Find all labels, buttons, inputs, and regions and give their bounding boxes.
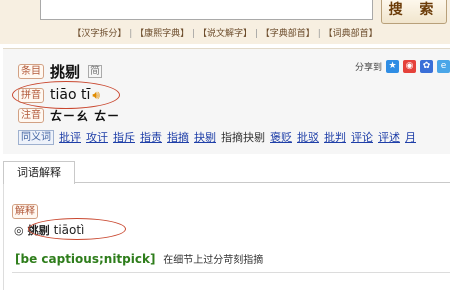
divider [12, 272, 450, 273]
synonym-link[interactable]: 批评 [59, 129, 81, 145]
share-baidu-icon[interactable]: ✿ [420, 60, 434, 73]
synonym-link[interactable]: 褒贬 [270, 129, 292, 145]
tab-word-explanation[interactable]: 词语解释 [3, 161, 75, 184]
explanation-tag: 解释 [12, 204, 38, 219]
entry-word: 挑剔 [50, 63, 81, 81]
synonym-link[interactable]: 指斥 [113, 129, 135, 145]
link-shuowen[interactable]: 【说文解字】 [198, 29, 252, 39]
search-button[interactable]: 搜 索 [381, 0, 447, 24]
link-cidian-bushou[interactable]: 【词典部首】 [324, 29, 378, 39]
synonym-text: 指摘抉剔 [221, 131, 265, 144]
synonym-link[interactable]: 指责 [140, 129, 162, 145]
tab-bar: 词语解释 [3, 161, 450, 184]
entry-row: 条目 挑剔 简 [18, 61, 103, 82]
link-zidian-bushou[interactable]: 【字典部首】 [261, 29, 315, 39]
share-more-icon[interactable]: e [437, 60, 450, 73]
definition-highlight-circle [28, 218, 126, 240]
explanation-tag-wrap: 解释 [12, 199, 38, 219]
entry-tag: 条目 [18, 64, 44, 79]
zhuyin-row: 注音 ㄊㄧㄠ ㄊㄧ [18, 107, 120, 124]
synonym-link[interactable]: 批判 [324, 129, 346, 145]
synonym-link[interactable]: 评述 [378, 129, 400, 145]
synonyms-row: 同义词 批评 攻讦 指斥 指责 指摘 抉剔 指摘抉剔 褒贬 批驳 批判 评论 评… [18, 129, 416, 145]
share-qzone-icon[interactable]: ★ [386, 60, 400, 73]
synonym-link[interactable]: 评论 [351, 129, 373, 145]
zhuyin-tag: 注音 [18, 108, 44, 123]
definition-line: [be captious;nitpick] 在细节上过分苛刻指摘 [15, 251, 263, 266]
synonym-link[interactable]: 月 [405, 129, 416, 145]
share-weibo-icon[interactable]: ◉ [403, 60, 417, 73]
english-gloss: [be captious;nitpick] [15, 252, 156, 266]
synonym-link[interactable]: 指摘 [167, 129, 189, 145]
link-hanzi-split[interactable]: 【汉字拆分】 [72, 29, 126, 39]
bullet-icon: ◎ [14, 223, 24, 237]
synonym-link[interactable]: 抉剔 [194, 129, 216, 145]
search-area: 搜 索 【汉字拆分】 | 【康熙字典】 | 【说文解字】 | 【字典部首】 | … [0, 0, 450, 44]
share-label: 分享到 [355, 63, 383, 73]
synonym-link[interactable]: 批驳 [297, 129, 319, 145]
dictionary-links: 【汉字拆分】 | 【康熙字典】 | 【说文解字】 | 【字典部首】 | 【词典部… [72, 29, 378, 39]
search-input[interactable] [40, 0, 373, 20]
share-bar: 分享到 ★ ◉ ✿ e [355, 60, 450, 73]
link-kangxi[interactable]: 【康熙字典】 [135, 29, 189, 39]
synonyms-tag: 同义词 [18, 129, 54, 145]
chinese-gloss: 在细节上过分苛刻指摘 [163, 255, 264, 266]
traditional-icon[interactable]: 简 [88, 65, 103, 78]
pinyin-highlight-circle [12, 81, 120, 109]
zhuyin-text: ㄊㄧㄠ ㄊㄧ [50, 109, 121, 123]
synonym-link[interactable]: 攻讦 [86, 129, 108, 145]
